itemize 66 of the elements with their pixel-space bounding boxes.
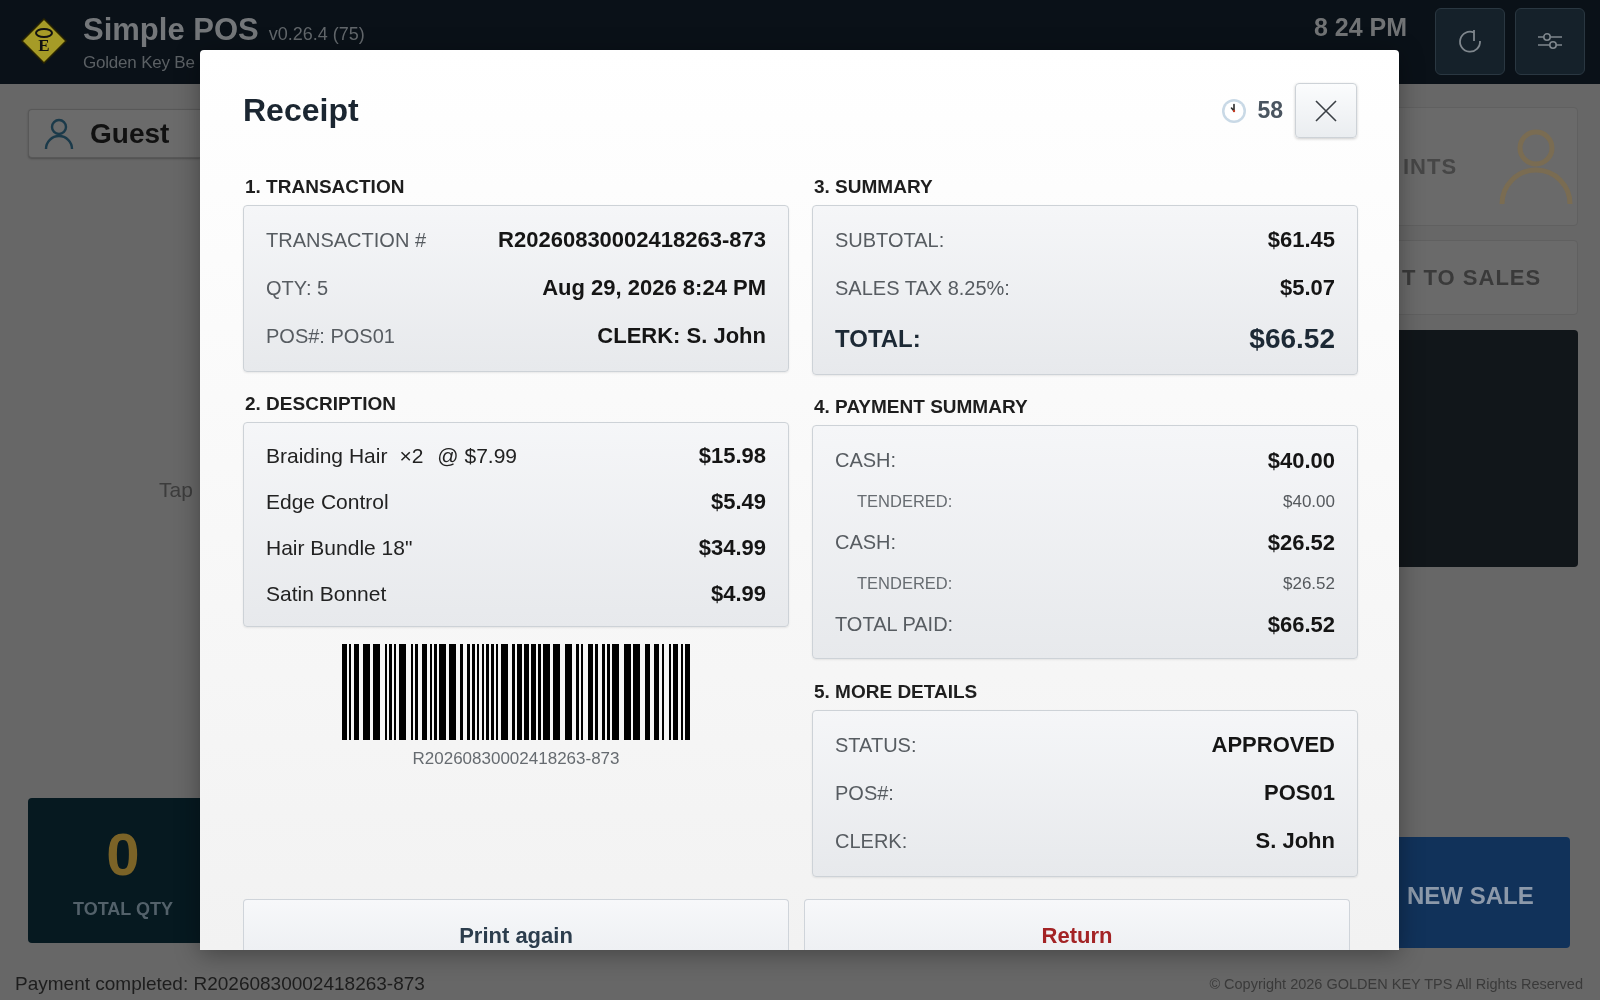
summary-label: SUBTOTAL: (835, 228, 945, 252)
field-value: Aug 29, 2026 8:24 PM (542, 275, 766, 301)
user-icon (44, 117, 74, 150)
item-unit-price: @ $7.99 (437, 444, 518, 468)
item-quantity: ×2 (399, 444, 424, 468)
version-text: v0.26.4 (75) (268, 23, 365, 45)
item-name: Braiding Hair (266, 444, 388, 468)
settings-icon (1537, 32, 1563, 50)
field-value: POS01 (1264, 780, 1335, 806)
payment-label: CASH: (835, 449, 897, 472)
item-amount: $5.49 (710, 489, 766, 515)
payment-label: TENDERED: (856, 574, 953, 593)
action-button[interactable]: Print again (243, 899, 789, 950)
item-name: Satin Bonnet (266, 582, 387, 606)
user-icon (1499, 127, 1573, 206)
field-value: R20260830002418263-873 (498, 227, 766, 253)
field-value: S. John (1255, 828, 1335, 854)
item-amount: $15.98 (698, 443, 766, 469)
field-value: CLERK: S. John (597, 323, 766, 349)
summary-value: $5.07 (1279, 275, 1335, 301)
section-heading: 4. PAYMENT SUMMARY (813, 395, 1028, 419)
payment-value: $26.52 (1283, 573, 1335, 594)
section-heading: 1. TRANSACTION (244, 175, 405, 199)
payment-label: CASH: (835, 531, 897, 554)
summary-value: $66.52 (1249, 323, 1335, 355)
clock-time: 8 24 PM (1313, 13, 1407, 41)
section-heading: 5. MORE DETAILS (813, 680, 978, 704)
settings-button[interactable] (1515, 7, 1585, 75)
field-label: POS#: POS01 (266, 324, 395, 348)
guest-button[interactable]: Guest (28, 109, 200, 158)
item-name: Hair Bundle 18" (266, 536, 413, 560)
field-label: STATUS: (835, 733, 917, 757)
item-name: Edge Control (266, 490, 389, 514)
payment-value: $40.00 (1283, 491, 1335, 512)
refresh-icon (1457, 28, 1483, 54)
payment-value: $40.00 (1267, 447, 1335, 474)
field-label: POS#: (835, 781, 894, 805)
barcode-number: R20260830002418263-873 (412, 749, 620, 769)
field-label: CLERK: (835, 829, 908, 853)
item-amount: $4.99 (710, 581, 766, 607)
field-label: QTY: 5 (266, 276, 329, 300)
item-amount: $34.99 (698, 535, 766, 561)
store-name: Golden Key Be (83, 52, 196, 73)
payment-value: $26.52 (1267, 529, 1335, 556)
summary-label: SALES TAX 8.25%: (835, 276, 1010, 300)
section-heading: 3. SUMMARY (813, 175, 933, 199)
section-heading: 2. DESCRIPTION (244, 392, 396, 416)
field-label: TRANSACTION # (266, 228, 427, 252)
summary-value: $61.45 (1267, 227, 1335, 253)
payment-value: $66.52 (1267, 611, 1335, 638)
payment-label: TENDERED: (856, 492, 953, 511)
action-button[interactable]: Return (804, 899, 1350, 950)
field-value: APPROVED (1211, 732, 1335, 758)
total-qty-value: 0 (106, 823, 140, 887)
countdown-text: 58 (1257, 97, 1283, 124)
status-message: Payment completed: R20260830002418263-873 (15, 972, 425, 995)
total-qty-label: TOTAL QTY (73, 899, 173, 920)
clock-icon (1221, 97, 1248, 124)
logo: E (21, 18, 67, 64)
refresh-button[interactable] (1435, 7, 1505, 75)
payment-label: TOTAL PAID: (835, 613, 954, 636)
dialog-title: Receipt (243, 92, 359, 129)
app-title: Simple POS (83, 11, 259, 48)
summary-label: TOTAL: (835, 325, 921, 353)
close-icon (1315, 99, 1337, 122)
close-button[interactable] (1295, 83, 1357, 138)
